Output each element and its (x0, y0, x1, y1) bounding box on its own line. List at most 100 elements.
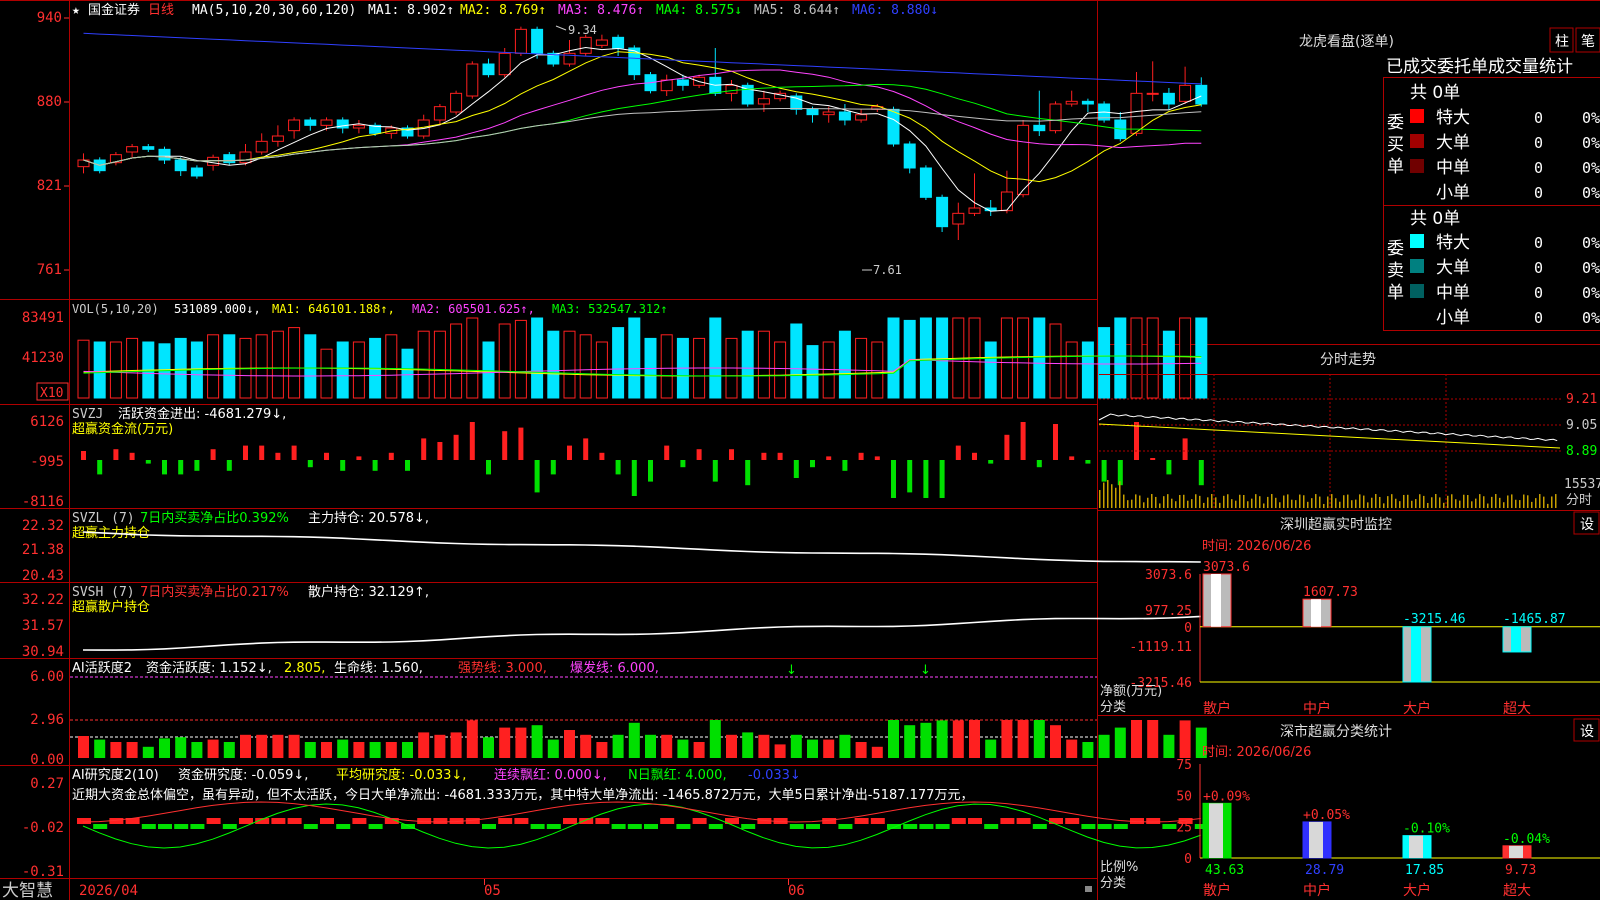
activity-bar (321, 742, 332, 758)
intraday-y-low: 8.89 (1566, 444, 1597, 459)
activity-bar (1131, 720, 1142, 758)
activity-bar (337, 739, 349, 758)
volume-bar (288, 327, 301, 399)
intraday-vol-bar (1323, 503, 1325, 508)
research-bar (676, 824, 691, 829)
y-tick-761: 761 (37, 262, 62, 278)
volume-bar (401, 348, 414, 399)
monitor-category-label: 散户 (1203, 700, 1231, 717)
candle-body (482, 63, 495, 76)
volume-bar (1081, 341, 1094, 399)
activity-bar (726, 734, 737, 758)
volume-bar (595, 341, 608, 399)
candle-body (1000, 191, 1013, 212)
activity-bar (661, 734, 673, 758)
volume-bar (919, 317, 932, 399)
svzl-ratio: 7日内买卖净占比0.392% (140, 510, 289, 526)
classify-change-label: +0.05% (1303, 808, 1350, 823)
activity-bar (839, 734, 851, 758)
ai-active-v4: 强势线: 3.000, (458, 660, 547, 676)
volume-bar (207, 334, 220, 399)
research-bar (271, 818, 286, 824)
intraday-y-mid: 9.05 (1566, 418, 1597, 433)
fund-flow-bar (518, 427, 524, 460)
research-bar (741, 824, 756, 829)
candle-body (288, 119, 301, 132)
classify-category-label: 中户 (1303, 882, 1331, 899)
fund-flow-bar (939, 460, 945, 498)
research-bar (352, 818, 367, 824)
tab-traded[interactable]: 已成交 (1386, 57, 1437, 77)
activity-bar (742, 732, 754, 758)
monitor-title: 深圳超赢实时监控 (1280, 516, 1392, 533)
chart-canvas[interactable]: ★ 国金证券 日线 MA(5,10,20,30,60,120) MA1: 8.9… (0, 0, 1600, 900)
intraday-vol-bar (1527, 495, 1529, 508)
activity-bar (1098, 734, 1110, 758)
bar-mode-label: 柱 (1555, 34, 1569, 50)
lock-icon[interactable] (1085, 886, 1092, 892)
ma5-value: MA5: 8.644↑ (754, 3, 840, 18)
classify-bar-highlight (1409, 835, 1423, 858)
fund-flow-bar (761, 452, 767, 460)
research-bar (935, 824, 950, 829)
ai-research-v2: 平均研究度: -0.033↓, (336, 767, 466, 783)
monitor-y-tick: 3073.6 (1145, 568, 1192, 583)
research-bar (174, 824, 189, 829)
activity-bar (774, 744, 786, 758)
fund-flow-bar (664, 445, 670, 460)
intraday-vol-bar (1215, 497, 1217, 508)
fund-flow-bar (842, 460, 848, 471)
candle-body (660, 79, 673, 92)
sell-row-name: 大单 (1436, 258, 1470, 278)
intraday-vol-bar (1491, 496, 1493, 508)
buy-color-swatch (1410, 109, 1424, 123)
intraday-vol-bar (1283, 495, 1285, 508)
star-icon[interactable]: ★ (72, 3, 80, 18)
intraday-vol-bar (1119, 481, 1121, 508)
intraday-vol-bar (1463, 494, 1465, 508)
ma-params: MA(5,10,20,30,60,120) (192, 3, 356, 18)
candle-body (207, 156, 220, 166)
intraday-vol-bar (1139, 495, 1141, 508)
tab-volume[interactable]: 成交量 (1488, 57, 1539, 77)
activity-bar (952, 720, 964, 758)
volume-bar (757, 330, 770, 399)
ai-active-v2: 2.805, (284, 661, 325, 676)
activity-bar (288, 734, 300, 758)
fund-flow-bar (793, 460, 799, 478)
intraday-title: 分时走势 (1320, 352, 1376, 368)
classify-value-label: 43.63 (1205, 863, 1244, 878)
intraday-vol-bar (1143, 502, 1145, 508)
volume-bar (93, 341, 106, 399)
period-label[interactable]: 日线 (148, 3, 174, 18)
ai-research-y-bot: -0.31 (22, 864, 64, 880)
volume-bar (514, 319, 527, 399)
tab-orders[interactable]: 委托单 (1437, 57, 1488, 77)
svsh-subtitle: 超赢散户持仓 (72, 599, 150, 615)
ai-research-v4: N日飘红: 4.000, (628, 767, 727, 783)
activity-bar (369, 742, 381, 758)
volume-bar (417, 330, 430, 399)
monitor-value-label: -3215.46 (1403, 612, 1466, 627)
research-bar (563, 818, 577, 824)
sell-row-pct: 0% (1582, 234, 1600, 252)
intraday-vol-bar (1467, 495, 1469, 508)
tab-stats[interactable]: 统计 (1539, 57, 1573, 77)
activity-bar (904, 725, 916, 758)
fund-flow-bar (696, 449, 702, 460)
svzj-y-top: 6126 (30, 414, 64, 430)
classify-settings-label: 设 (1580, 724, 1594, 740)
research-bar (530, 824, 545, 829)
intraday-vol-bar (1523, 494, 1525, 508)
fund-flow-bar (615, 460, 621, 475)
activity-bar (1050, 725, 1061, 758)
research-bar (870, 818, 885, 824)
research-bar (1065, 818, 1080, 824)
activity-bar (936, 720, 948, 758)
sell-row-name: 小单 (1436, 308, 1470, 328)
classify-bar-highlight (1209, 803, 1223, 858)
buy-row-count: 0 (1534, 109, 1543, 127)
research-bar (303, 824, 318, 829)
candle-body (1195, 84, 1208, 105)
intraday-vol-bar (1211, 494, 1213, 508)
